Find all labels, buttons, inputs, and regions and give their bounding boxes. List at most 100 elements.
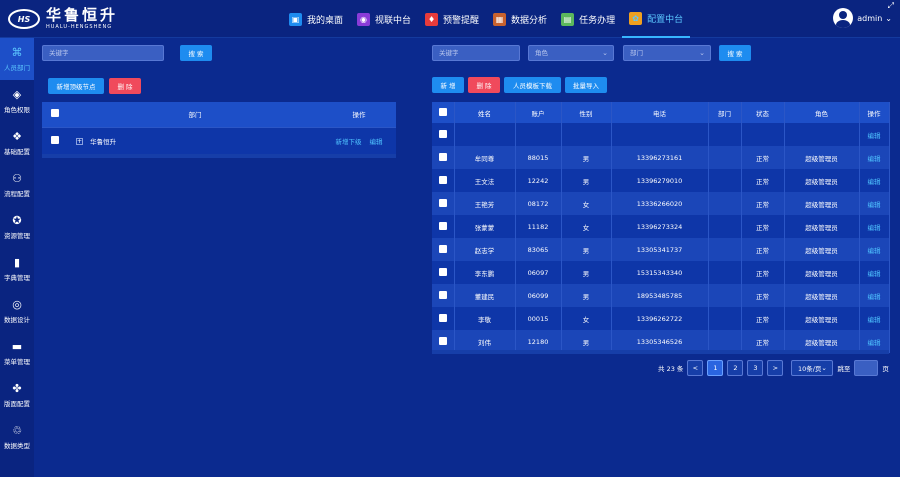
- dept-keyword-input[interactable]: [42, 45, 164, 61]
- cell-status: [741, 123, 785, 146]
- sidebar-item-data-design[interactable]: ◎ 数据设计: [0, 290, 34, 332]
- cell-gender: 女: [561, 192, 612, 215]
- edit-link[interactable]: 编辑: [859, 146, 890, 169]
- edit-link[interactable]: 编辑: [859, 238, 890, 261]
- sidebar-item-layout[interactable]: ✤ 版面配置: [0, 374, 34, 416]
- nav-item-config[interactable]: ✿ 配置中台: [622, 0, 691, 38]
- row-checkbox[interactable]: [438, 267, 447, 276]
- logo-text: 华鲁恒升: [46, 6, 119, 24]
- sidebar-item-label: 菜单管理: [4, 358, 30, 366]
- avatar[interactable]: [833, 8, 854, 28]
- cell-account: 00015: [515, 307, 562, 330]
- add-user-button[interactable]: 新 增: [432, 77, 464, 93]
- page-jump-input[interactable]: [854, 360, 879, 376]
- cell-phone: 13396273324: [611, 215, 709, 238]
- sidebar-item-label: 人员部门: [4, 64, 30, 72]
- cell-dept: [708, 215, 742, 238]
- table-row: 牟同尊 88015 男 13396273161 正常 超级管理员 编辑: [432, 146, 890, 169]
- table-row: 李东鹏 06097 男 15315343340 正常 超级管理员 编辑: [432, 261, 890, 284]
- table-row: 李敬 00015 女 13396262722 正常 超级管理员 编辑: [432, 307, 890, 330]
- prev-page-button[interactable]: <: [687, 360, 704, 376]
- table-row: 编辑: [432, 123, 890, 146]
- sidebar-item-people-dept[interactable]: ⌘ 人员部门: [0, 38, 34, 80]
- edit-link[interactable]: 编辑: [859, 215, 890, 238]
- page-button-3[interactable]: 3: [747, 360, 764, 376]
- row-checkbox[interactable]: [438, 336, 447, 345]
- row-checkbox[interactable]: [438, 313, 447, 322]
- page-button-1[interactable]: 1: [707, 360, 724, 376]
- page-size-select[interactable]: 10条/页 ⌄: [791, 360, 834, 376]
- role-icon: ◈: [12, 88, 22, 101]
- sidebar-item-data-type[interactable]: ♲ 数据类型: [0, 416, 34, 458]
- row-checkbox[interactable]: [51, 135, 59, 144]
- sidebar-item-role[interactable]: ◈ 角色权限: [0, 80, 34, 122]
- row-checkbox[interactable]: [438, 129, 447, 138]
- cell-name: 王文法: [454, 169, 516, 192]
- nav-item-alarm[interactable]: ♦ 预警提醒: [418, 0, 486, 38]
- add-top-node-button[interactable]: 新增顶级节点: [48, 78, 104, 94]
- sidebar-item-dictionary[interactable]: ▮ 字典管理: [0, 248, 34, 290]
- edit-link[interactable]: 编辑: [370, 138, 383, 146]
- table-row: 赵志学 83065 男 13305341737 正常 超级管理员 编辑: [432, 238, 890, 261]
- user-search-button[interactable]: 搜 索: [719, 45, 751, 61]
- template-download-button[interactable]: 人员模板下载: [504, 77, 561, 93]
- nav-item-label: 我的桌面: [307, 15, 344, 26]
- user-keyword-input[interactable]: [432, 45, 520, 61]
- role-select[interactable]: 角色 ⌄: [528, 45, 614, 61]
- sidebar-item-menu[interactable]: ▬ 菜单管理: [0, 332, 34, 374]
- cell-phone: 18953485785: [611, 284, 709, 307]
- column-header: 部门: [708, 102, 742, 123]
- add-child-link[interactable]: 新增下级: [335, 138, 361, 146]
- edit-link[interactable]: 编辑: [859, 123, 890, 146]
- base-config-icon: ❖: [12, 130, 22, 143]
- edit-link[interactable]: 编辑: [859, 169, 890, 192]
- row-checkbox[interactable]: [438, 244, 447, 253]
- username[interactable]: admin: [857, 14, 882, 23]
- jump-label: 跳至: [837, 365, 851, 373]
- cell-account: 08172: [515, 192, 562, 215]
- batch-import-button[interactable]: 批量导入: [565, 77, 607, 93]
- row-checkbox[interactable]: [438, 152, 447, 161]
- cell-name: 赵志学: [454, 238, 516, 261]
- people-dept-icon: ⌘: [11, 46, 23, 59]
- dept-delete-button[interactable]: 删 除: [109, 78, 141, 94]
- cell-name: 张蒙蒙: [454, 215, 516, 238]
- next-page-button[interactable]: >: [767, 360, 784, 376]
- sidebar-item-resource[interactable]: ✪ 资源管理: [0, 206, 34, 248]
- edit-link[interactable]: 编辑: [859, 307, 890, 330]
- edit-link[interactable]: 编辑: [859, 284, 890, 307]
- row-checkbox[interactable]: [438, 290, 447, 299]
- desktop-icon: ▣: [289, 12, 302, 26]
- cell-account: 06099: [515, 284, 562, 307]
- user-table: 姓名 账户 性别 电话 部门 状态 角色 操作 编辑 牟同尊 88015 男 13396273161 正…: [432, 102, 890, 353]
- select-all-checkbox[interactable]: [438, 107, 447, 116]
- row-checkbox[interactable]: [438, 198, 447, 207]
- cell-phone: 13305341737: [611, 238, 709, 261]
- page-unit-label: 页: [882, 365, 889, 373]
- sidebar-item-base-config[interactable]: ❖ 基础配置: [0, 122, 34, 164]
- row-checkbox[interactable]: [438, 221, 447, 230]
- nav-item-video[interactable]: ◉ 视联中台: [350, 0, 418, 38]
- dept-name: 华鲁恒升: [90, 137, 117, 146]
- nav-item-desktop[interactable]: ▣ 我的桌面: [282, 0, 350, 38]
- user-delete-button[interactable]: 删 除: [468, 77, 500, 93]
- edit-link[interactable]: 编辑: [859, 192, 890, 215]
- sidebar-item-flow[interactable]: ⚇ 流程配置: [0, 164, 34, 206]
- table-row: 王艳芳 08172 女 13336266020 正常 超级管理员 编辑: [432, 192, 890, 215]
- page-button-2[interactable]: 2: [727, 360, 744, 376]
- fullscreen-icon[interactable]: ⤢: [888, 1, 894, 11]
- nav-item-task[interactable]: ▤ 任务办理: [554, 0, 622, 38]
- dept-search-button[interactable]: 搜 索: [180, 45, 212, 61]
- cell-dept: [708, 284, 742, 307]
- select-all-checkbox[interactable]: [51, 109, 59, 118]
- edit-link[interactable]: 编辑: [859, 261, 890, 284]
- row-checkbox[interactable]: [438, 175, 447, 184]
- user-menu[interactable]: admin ⌄: [833, 8, 892, 28]
- dept-column-header: 部门: [68, 102, 322, 127]
- expand-icon[interactable]: +: [76, 138, 83, 146]
- dept-select[interactable]: 部门 ⌄: [623, 45, 711, 61]
- table-row: 董建民 06099 男 18953485785 正常 超级管理员 编辑: [432, 284, 890, 307]
- nav-item-analysis[interactable]: ▦ 数据分析: [486, 0, 554, 38]
- chevron-down-icon[interactable]: ⌄: [885, 14, 892, 23]
- cell-dept: [708, 146, 742, 169]
